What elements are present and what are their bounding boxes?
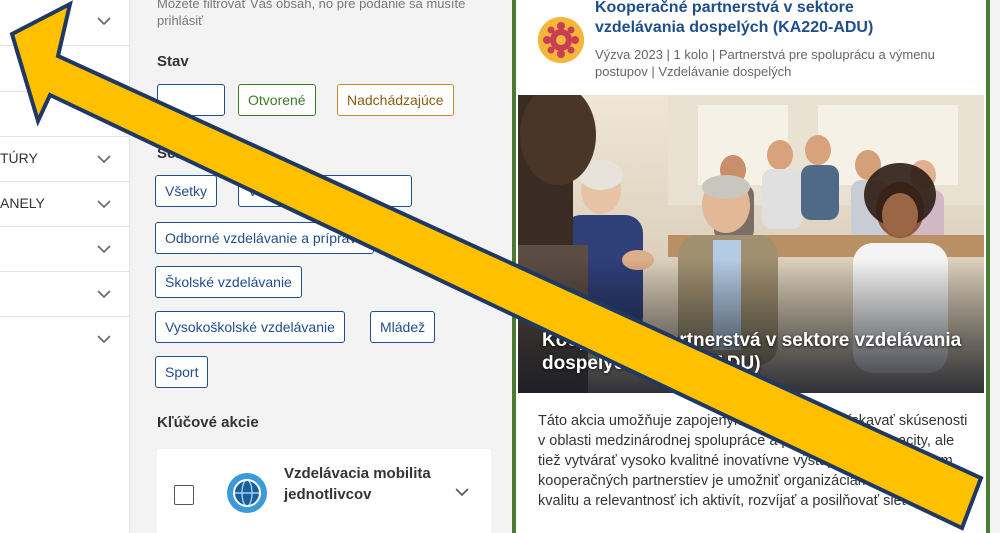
nav-item[interactable] [0,46,130,92]
nav-item[interactable] [0,317,130,362]
sectors-title: Sektory [157,145,213,162]
status-title: Stav [157,53,189,70]
card-title[interactable]: Kooperačné partnerstvá v sektore vzdeláv… [595,0,935,38]
chevron-down-icon[interactable] [96,244,112,254]
call-card[interactable]: Kooperačné partnerstvá v sektore vzdeláv… [512,0,990,533]
status-chip-upcoming[interactable]: Nadchádzajúce [337,84,454,116]
key-actions-title: Kľúčové akcie [157,414,259,431]
status-chip-all[interactable] [157,84,225,116]
left-navigation: TÚRY ANELY [0,0,130,533]
chevron-down-icon[interactable] [96,199,112,209]
image-title: Kooperačné partnerstvá v sektore vzdeláv… [542,330,962,374]
nav-item[interactable] [0,92,130,137]
globe-icon [227,473,267,513]
chevron-down-icon[interactable] [96,289,112,299]
sector-chip-higher[interactable]: Vysokoškolské vzdelávanie [155,311,345,343]
sector-chip-adult[interactable]: Vzdel [238,175,412,207]
nav-item[interactable]: TÚRY [0,137,130,182]
key-action-label: Vzdelávacia mobilita jednotlivcov [284,465,431,503]
nav-item-label: TÚRY [0,150,38,166]
nav-item[interactable]: ANELY [0,182,130,227]
nav-item[interactable] [0,272,130,317]
chevron-down-icon[interactable] [454,487,470,497]
nav-item[interactable] [0,227,130,272]
filters-panel: Môžete filtrovať Váš obsah, no pre podan… [131,0,500,533]
erasmus-logo-icon [538,17,584,63]
chevron-down-icon[interactable] [96,110,112,120]
chevron-down-icon[interactable] [96,16,112,26]
sector-chip-youth[interactable]: Mládež [370,311,436,343]
sector-chip-all[interactable]: Všetky [155,175,218,207]
nav-item[interactable] [0,0,130,46]
sector-chip-sport[interactable]: Sport [155,356,209,388]
key-action-item[interactable]: Vzdelávacia mobilita jednotlivcov [157,449,491,533]
sector-chip-vet[interactable]: Odborné vzdelávanie a príprava [155,222,375,254]
filter-hint: Môžete filtrovať Váš obsah, no pre podan… [157,0,466,28]
nav-item-label: ANELY [0,195,45,211]
chevron-down-icon[interactable] [96,334,112,344]
key-action-checkbox[interactable] [174,485,194,505]
sector-chip-school[interactable]: Školské vzdelávanie [155,266,302,298]
card-meta: Výzva 2023 | 1 kolo | Partnerstvá pre sp… [595,47,935,79]
card-image: Kooperačné partnerstvá v sektore vzdeláv… [518,95,984,393]
card-description: Táto akcia umožňuje zapojeným organizáci… [538,413,968,509]
status-chip-open[interactable]: Otvorené [238,84,316,116]
chevron-down-icon[interactable] [96,154,112,164]
